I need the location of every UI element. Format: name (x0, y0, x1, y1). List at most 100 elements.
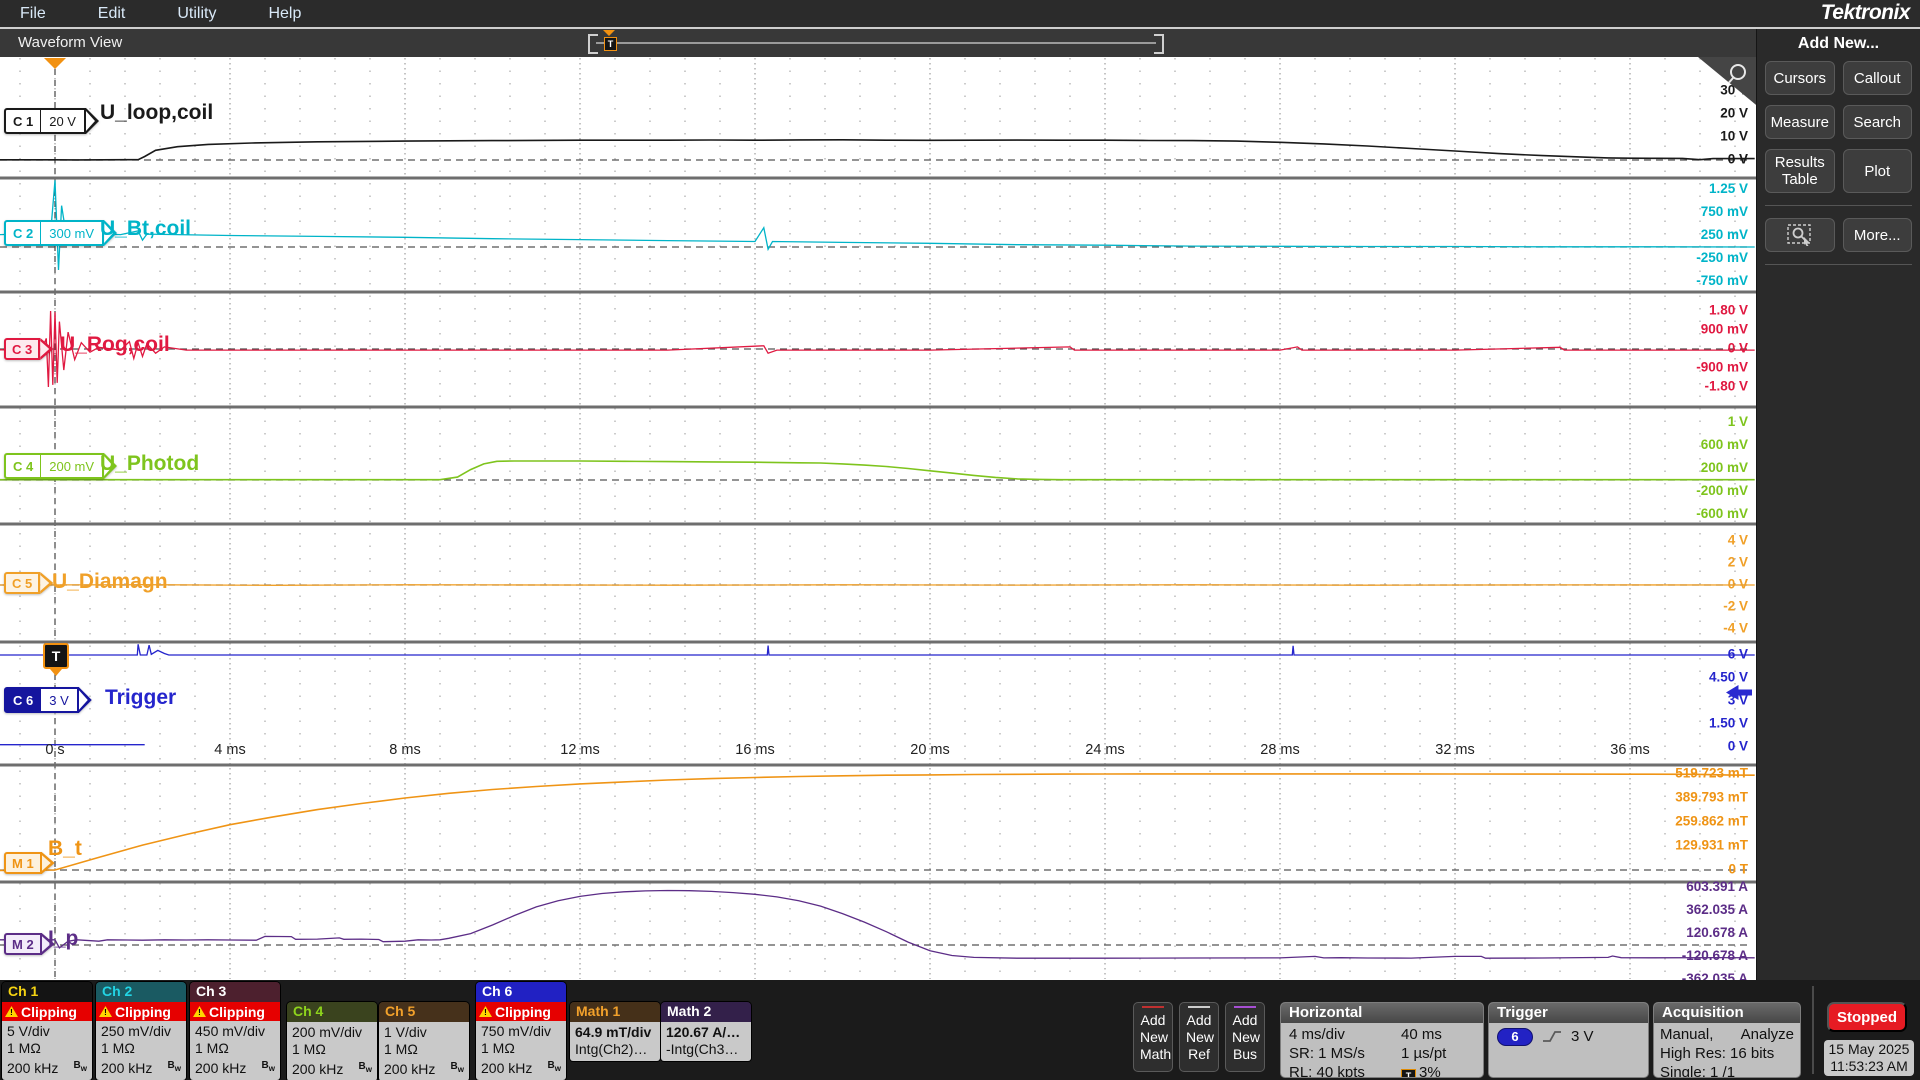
svg-text:389.793 mT: 389.793 mT (1675, 790, 1749, 805)
bottom-bar-divider (1812, 986, 1814, 1074)
right-sidebar: Add New... Cursors Callout Measure Searc… (1756, 29, 1920, 980)
svg-text:20 V: 20 V (1720, 106, 1748, 121)
svg-text:129.931 mT: 129.931 mT (1675, 838, 1749, 853)
svg-text:8 ms: 8 ms (389, 742, 420, 758)
acquisition-panel-title: Acquisition (1654, 1003, 1800, 1023)
badge-ch-1[interactable]: Ch 1!Clipping5 V/div1 MΩ200 kHzBw (2, 982, 92, 1080)
badge-ch-3[interactable]: Ch 3!Clipping450 mV/div1 MΩ200 kHzBw (190, 982, 280, 1080)
badge-arrow-icon (40, 338, 53, 360)
tektronix-logo: Tektronix (1821, 1, 1910, 25)
svg-text:36 ms: 36 ms (1610, 742, 1650, 758)
svg-text:0 s: 0 s (45, 742, 64, 758)
run-stop-status[interactable]: Stopped (1827, 1002, 1907, 1032)
overview-right-bracket-icon[interactable] (1154, 34, 1164, 54)
bandwidth-limit-flag: Bw (451, 1058, 464, 1078)
svg-text:750 mV: 750 mV (1701, 204, 1748, 219)
horizontal-panel-title: Horizontal (1281, 1003, 1483, 1023)
overview-trigger-caret-icon (603, 30, 615, 36)
svg-text:32 ms: 32 ms (1435, 742, 1475, 758)
badge-math-1[interactable]: Math 164.9 mT/divIntg(Ch2)… (570, 1002, 660, 1061)
svg-text:1.25 V: 1.25 V (1709, 181, 1748, 196)
svg-text:24 ms: 24 ms (1085, 742, 1125, 758)
badge-arrow-icon (42, 933, 55, 955)
overview-trigger-icon[interactable]: T (604, 37, 617, 51)
svg-text:0 V: 0 V (1728, 341, 1748, 356)
datetime-display: 15 May 2025 11:53:23 AM (1824, 1040, 1914, 1076)
add-new-bus-button[interactable]: Add New Bus (1225, 1002, 1265, 1072)
svg-text:1.80 V: 1.80 V (1709, 303, 1748, 318)
search-button[interactable]: Search (1843, 105, 1913, 139)
svg-text:12 ms: 12 ms (560, 742, 600, 758)
rising-edge-icon (1542, 1029, 1562, 1044)
svg-text:10 V: 10 V (1720, 129, 1748, 144)
badge-arrow-icon (104, 220, 117, 246)
menu-help[interactable]: Help (268, 5, 301, 23)
svg-text:1.50 V: 1.50 V (1709, 716, 1748, 731)
menu-utility[interactable]: Utility (177, 5, 216, 23)
waveform-view-title: Waveform View (18, 34, 122, 51)
measure-button[interactable]: Measure (1765, 105, 1835, 139)
badge-arrow-icon (86, 108, 99, 134)
zoom-select-button[interactable] (1765, 218, 1835, 252)
menu-bar: File Edit Utility Help Tektronix (0, 0, 1920, 27)
clipping-warning: !Clipping (190, 1002, 280, 1021)
svg-text:-1.80 V: -1.80 V (1704, 379, 1748, 394)
acquisition-panel[interactable]: Acquisition Manual,Analyze High Res: 16 … (1653, 1002, 1801, 1078)
svg-text:519.723 mT: 519.723 mT (1675, 766, 1749, 781)
badge-arrow-icon (79, 687, 92, 713)
bandwidth-limit-flag: Bw (74, 1057, 87, 1077)
add-new-ref-button[interactable]: Add New Ref (1179, 1002, 1219, 1072)
trigger-source-badge: 6 (1497, 1028, 1533, 1046)
plot-button[interactable]: Plot (1843, 149, 1913, 193)
trigger-t-icon[interactable]: T (43, 643, 69, 669)
trigger-level-value: 3 V (1571, 1027, 1594, 1046)
trigger-panel-title: Trigger (1489, 1003, 1648, 1023)
trigger-panel[interactable]: Trigger 6 3 V (1488, 1002, 1649, 1078)
svg-text:600 mV: 600 mV (1701, 437, 1748, 452)
badge-math-2[interactable]: Math 2120.67 A/…-Intg(Ch3… (661, 1002, 751, 1061)
svg-text:4 ms: 4 ms (214, 742, 245, 758)
badge-arrow-icon (104, 453, 117, 479)
callout-button[interactable]: Callout (1843, 61, 1913, 95)
horizontal-panel[interactable]: Horizontal 4 ms/div40 ms SR: 1 MS/s1 µs/… (1280, 1002, 1484, 1078)
svg-text:16 ms: 16 ms (735, 742, 775, 758)
waveform-plot[interactable]: 30 V20 V10 V0 V1.25 V750 mV250 mV-250 mV… (0, 57, 1756, 980)
horizontal-overview-bar[interactable]: T (588, 33, 1164, 53)
svg-text:200 mV: 200 mV (1701, 460, 1748, 475)
overview-left-bracket-icon[interactable] (588, 34, 598, 54)
bandwidth-limit-flag: Bw (262, 1057, 275, 1077)
menu-edit[interactable]: Edit (98, 5, 126, 23)
cursors-button[interactable]: Cursors (1765, 61, 1835, 95)
channel-badge-c3[interactable]: C 3 (4, 338, 53, 360)
badge-ch-4[interactable]: Ch 4200 mV/div1 MΩ200 kHzBw (287, 1002, 377, 1080)
warning-icon: ! (193, 1006, 206, 1017)
svg-text:900 mV: 900 mV (1701, 322, 1748, 337)
svg-text:259.862 mT: 259.862 mT (1675, 814, 1749, 829)
channel-badge-c1[interactable]: C 120 V (4, 108, 99, 134)
svg-text:-250 mV: -250 mV (1696, 250, 1748, 265)
svg-text:250 mV: 250 mV (1701, 227, 1748, 242)
channel-badge-c2[interactable]: C 2300 mV (4, 220, 117, 246)
badge-ch-5[interactable]: Ch 51 V/div1 MΩ200 kHzBw (379, 1002, 469, 1080)
oscilloscope-app: File Edit Utility Help Tektronix Wavefor… (0, 0, 1920, 1080)
results-table-button[interactable]: Results Table (1765, 149, 1835, 193)
add-new-math-button[interactable]: Add New Math (1133, 1002, 1173, 1072)
waveform-canvas: 30 V20 V10 V0 V1.25 V750 mV250 mV-250 mV… (0, 57, 1756, 980)
more-button[interactable]: More... (1843, 218, 1913, 252)
warning-icon: ! (479, 1006, 492, 1017)
svg-text:6 V: 6 V (1728, 647, 1748, 662)
badge-ch-2[interactable]: Ch 2!Clipping250 mV/div1 MΩ200 kHzBw (96, 982, 186, 1080)
clipping-warning: !Clipping (2, 1002, 92, 1021)
svg-text:-750 mV: -750 mV (1696, 273, 1748, 288)
svg-text:-362.035 A: -362.035 A (1682, 971, 1749, 980)
svg-text:-900 mV: -900 mV (1696, 360, 1748, 375)
channel-badge-c5[interactable]: C 5 (4, 572, 53, 594)
bandwidth-limit-flag: Bw (548, 1057, 561, 1077)
channel-badge-m1[interactable]: M 1 (4, 852, 55, 874)
channel-badge-m2[interactable]: M 2 (4, 933, 55, 955)
channel-badge-c4[interactable]: C 4200 mV (4, 453, 117, 479)
badge-ch-6[interactable]: Ch 6!Clipping750 mV/div1 MΩ200 kHzBw (476, 982, 566, 1080)
trigger-position-badge-icon: T (1401, 1069, 1416, 1078)
menu-file[interactable]: File (20, 5, 46, 23)
channel-badge-c6[interactable]: C 63 V (4, 687, 92, 713)
